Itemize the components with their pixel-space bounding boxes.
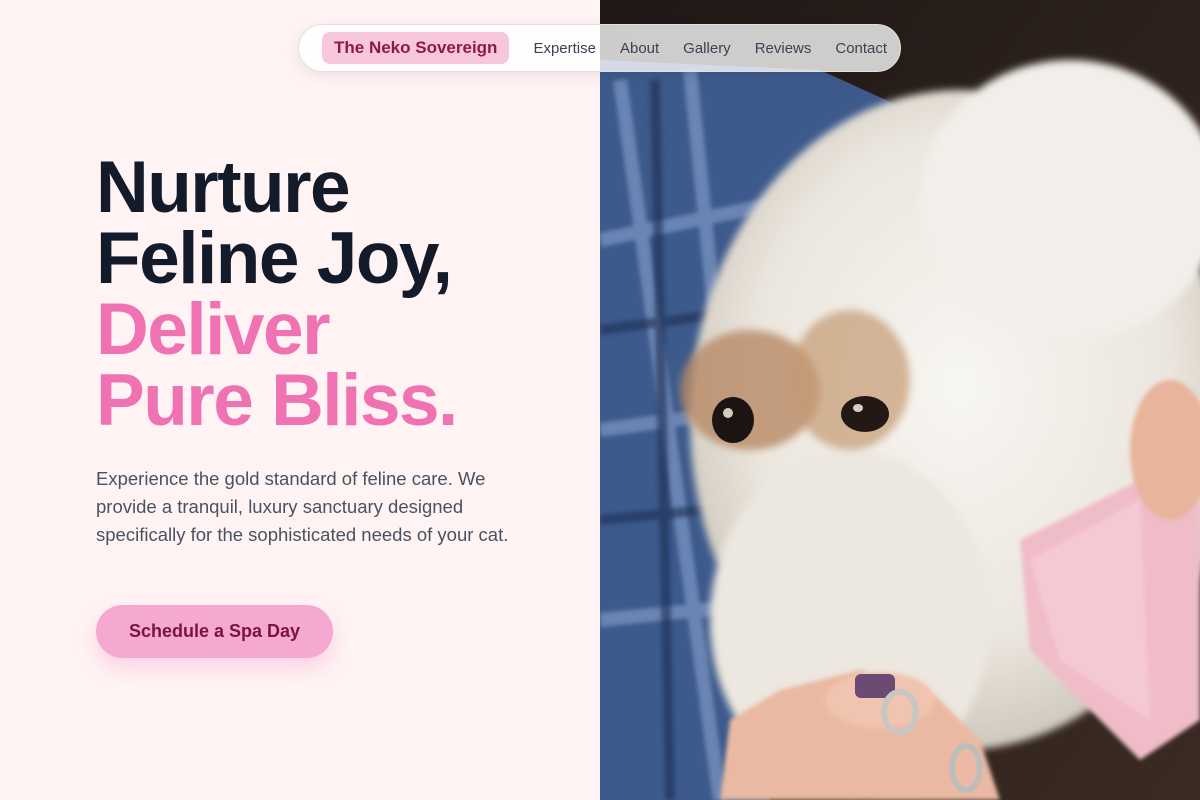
- nav-link-contact[interactable]: Contact: [835, 40, 887, 57]
- nav-link-reviews[interactable]: Reviews: [755, 40, 812, 57]
- brand-logo[interactable]: The Neko Sovereign: [322, 32, 510, 64]
- hero-heading-line-2: Feline Joy,: [96, 218, 453, 299]
- top-nav: The Neko Sovereign Expertise About Galle…: [298, 24, 901, 72]
- hero-heading-line-3: Deliver: [96, 289, 330, 370]
- nav-link-about[interactable]: About: [620, 40, 659, 57]
- schedule-spa-day-button[interactable]: Schedule a Spa Day: [96, 605, 333, 658]
- hero-heading-line-1: Nurture: [96, 147, 351, 228]
- nav-link-expertise[interactable]: Expertise: [533, 40, 596, 57]
- hero-heading-line-4: Pure Bliss.: [96, 360, 458, 441]
- hero-heading: Nurture Feline Joy, Deliver Pure Bliss.: [96, 147, 458, 441]
- hero-description: Experience the gold standard of feline c…: [96, 468, 509, 545]
- hero-image: [600, 0, 1200, 800]
- nav-link-gallery[interactable]: Gallery: [683, 40, 731, 57]
- nav-links: Expertise About Gallery Reviews Contact: [533, 40, 887, 57]
